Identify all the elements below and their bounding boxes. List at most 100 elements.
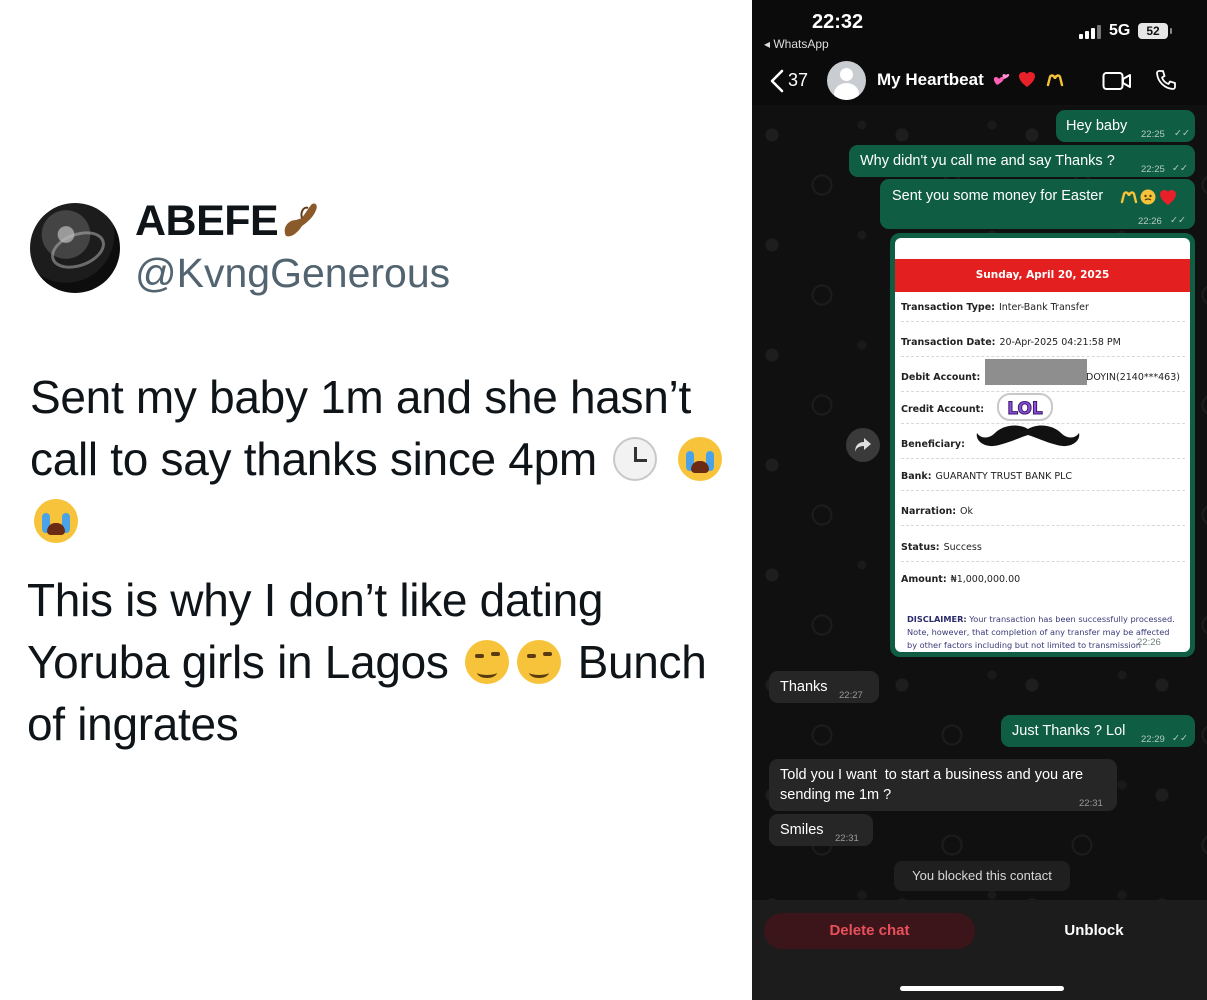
winking-face-icon <box>517 640 562 684</box>
message-text: Told you I want to start a business and … <box>780 767 1084 783</box>
receipt-row: Transaction Type: Inter-Bank Transfer <box>901 302 1185 322</box>
pinched-fingers-icon <box>284 203 317 237</box>
winking-face-icon <box>465 640 510 684</box>
chat-area[interactable]: Hey baby 22:25 ✓✓ Why didn't yu call me … <box>752 105 1207 900</box>
receipt-value: Ok <box>960 506 974 517</box>
double-check-icon: ✓✓ <box>1172 733 1188 744</box>
lol-sticker: LOL <box>997 393 1053 421</box>
contact-avatar[interactable] <box>827 61 866 100</box>
chat-header: 37 My Heartbeat <box>752 55 1207 105</box>
receipt-row: Status: Success <box>901 542 1185 562</box>
message-time: 22:25 <box>1141 129 1165 140</box>
redaction-box <box>985 359 1087 385</box>
tweet-line: Sent my baby 1m and she hasn’t <box>30 371 691 423</box>
message-text: Just Thanks ? Lol <box>1012 723 1126 739</box>
message-time: 22:29 <box>1141 734 1165 745</box>
tweet-line-text: Yoruba girls in Lagos <box>27 636 449 688</box>
delete-chat-button[interactable]: Delete chat <box>764 913 975 949</box>
receipt-image-message[interactable]: Sunday, April 20, 2025 Transaction Type:… <box>890 233 1195 657</box>
tweet-line <box>30 490 740 552</box>
tweet-paragraph-1: Sent my baby 1m and she hasn’t call to s… <box>30 366 740 552</box>
lol-sticker-text: LOL <box>1007 399 1043 419</box>
message-bubble-outgoing[interactable]: Why didn't yu call me and say Thanks ? 2… <box>849 145 1195 177</box>
phone-call-icon[interactable] <box>1154 68 1178 92</box>
disclaimer-label: DISCLAIMER: <box>907 614 967 624</box>
contact-name[interactable]: My Heartbeat <box>877 70 984 90</box>
tweet-card: ABEFE @KvngGenerous Sent my baby 1m and … <box>0 0 752 1000</box>
tweet-paragraph-2: This is why I don’t like dating Yoruba g… <box>27 569 737 755</box>
receipt-value: DOYIN(2140***463) <box>1086 372 1180 383</box>
message-time: 22:27 <box>839 690 863 701</box>
tweet-line-text: Bunch <box>577 636 707 688</box>
receipt-date-header: Sunday, April 20, 2025 <box>895 259 1190 292</box>
two-hearts-icon <box>993 74 1010 85</box>
message-text: sending me 1m ? <box>780 787 892 803</box>
heart-hands-icon <box>1046 74 1064 87</box>
unblock-button[interactable]: Unblock <box>984 913 1204 949</box>
display-name[interactable]: ABEFE <box>135 197 279 246</box>
receipt-value: Inter-Bank Transfer <box>998 302 1089 313</box>
message-bubble-outgoing[interactable]: Just Thanks ? Lol 22:29 ✓✓ <box>1001 715 1195 747</box>
whatsapp-screenshot: 22:32 ◂ WhatsApp 5G 52 37 My Heartbeat H… <box>752 0 1207 1000</box>
message-text: Hey baby <box>1066 118 1128 134</box>
message-text: Smiles <box>780 822 824 838</box>
receipt-value: Success <box>943 542 982 553</box>
unread-count[interactable]: 37 <box>788 70 808 91</box>
network-type: 5G <box>1109 22 1131 39</box>
tweet-line: Yoruba girls in Lagos Bunch <box>27 631 737 693</box>
video-call-icon[interactable] <box>1102 70 1132 92</box>
receipt-row: Bank: GUARANTY TRUST BANK PLC <box>901 471 1185 491</box>
message-text: Thanks <box>780 679 828 695</box>
mustache-sticker <box>976 425 1080 447</box>
message-time: 22:31 <box>835 833 859 844</box>
message-text: Why didn't yu call me and say Thanks ? <box>860 153 1115 169</box>
receipt-label: Narration: <box>901 506 957 517</box>
receipt-row: Transaction Date: 20-Apr-2025 04:21:58 PM <box>901 337 1185 357</box>
message-text: Sent you some money for Easter <box>892 188 1104 204</box>
receipt-label: Beneficiary: <box>901 439 965 450</box>
receipt-value: ₦1,000,000.00 <box>950 574 1021 585</box>
message-bubble-incoming[interactable]: Told you I want to start a business and … <box>769 759 1117 811</box>
double-check-icon: ✓✓ <box>1174 128 1190 139</box>
user-handle[interactable]: @KvngGenerous <box>135 250 450 297</box>
heart-hands-icon <box>1120 189 1176 205</box>
receipt-label: Transaction Date: <box>901 337 996 348</box>
forward-button[interactable] <box>846 428 880 462</box>
receipt-label: Status: <box>901 542 940 553</box>
battery-icon: 52 <box>1138 23 1168 39</box>
signal-icon <box>1079 25 1101 39</box>
receipt-value: 20-Apr-2025 04:21:58 PM <box>999 337 1121 348</box>
message-time: 22:25 <box>1141 164 1165 175</box>
receipt-row: Narration: Ok <box>901 506 1185 526</box>
message-time: 22:26 <box>1137 637 1161 648</box>
tweet-line: This is why I don’t like dating <box>27 574 604 626</box>
system-message-blocked: You blocked this contact <box>894 861 1070 891</box>
receipt-label: Bank: <box>901 471 932 482</box>
transfer-receipt: Sunday, April 20, 2025 Transaction Type:… <box>895 238 1190 652</box>
home-indicator[interactable] <box>900 986 1064 991</box>
message-bubble-incoming[interactable]: Thanks 22:27 <box>769 671 879 703</box>
receipt-label: Debit Account: <box>901 372 981 383</box>
back-to-app-link[interactable]: ◂ WhatsApp <box>764 37 829 51</box>
message-time: 22:26 <box>1138 216 1162 227</box>
blocked-action-bar: Delete chat Unblock <box>752 900 1207 1000</box>
tweet-line-text: call to say thanks since 4pm <box>30 433 597 485</box>
profile-avatar[interactable] <box>30 203 120 293</box>
message-bubble-incoming[interactable]: Smiles 22:31 <box>769 814 873 846</box>
receipt-row: Amount: ₦1,000,000.00 <box>901 574 1185 593</box>
receipt-label: Amount: <box>901 574 947 585</box>
receipt-label: Transaction Type: <box>901 302 995 313</box>
clock-icon <box>613 437 658 481</box>
message-time: 22:31 <box>1079 798 1103 809</box>
message-bubble-outgoing[interactable]: Sent you some money for Easter 22:26 ✓✓ <box>880 179 1195 229</box>
double-check-icon: ✓✓ <box>1170 215 1186 226</box>
message-bubble-outgoing[interactable]: Hey baby 22:25 ✓✓ <box>1056 110 1195 142</box>
forward-icon <box>855 438 871 452</box>
receipt-value: GUARANTY TRUST BANK PLC <box>935 471 1073 482</box>
double-check-icon: ✓✓ <box>1172 163 1188 174</box>
red-heart-icon <box>1019 72 1035 87</box>
tweet-line: of ingrates <box>27 698 239 750</box>
crying-face-icon <box>677 437 722 481</box>
crying-face-icon <box>34 499 78 543</box>
battery-tip <box>1170 28 1172 34</box>
